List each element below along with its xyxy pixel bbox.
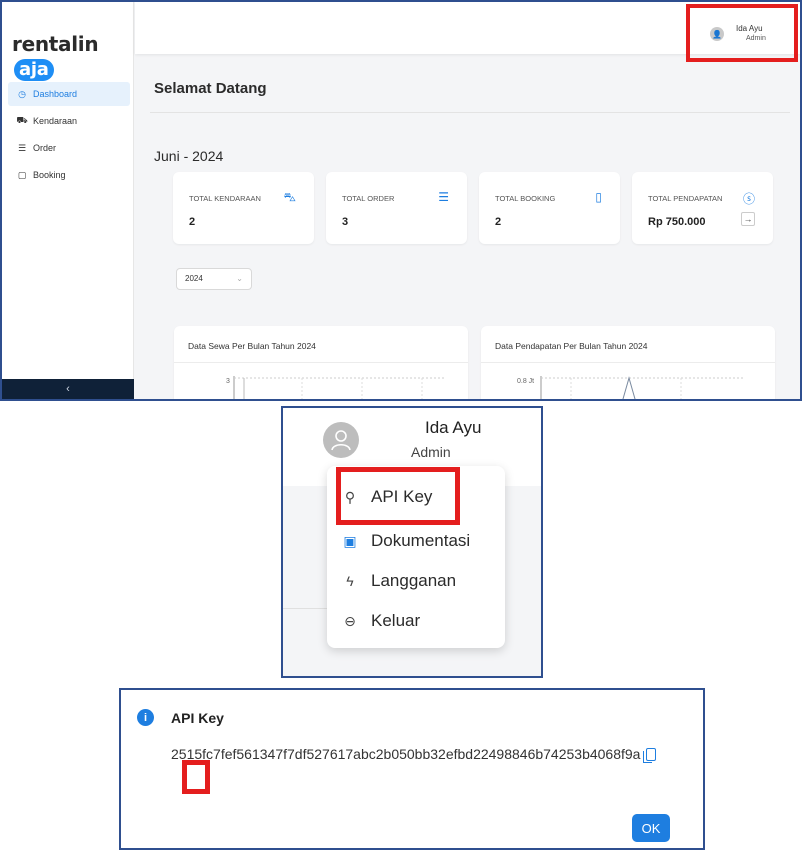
car-icon: ⛍ [283,190,296,204]
sidebar-item-label: Order [33,143,57,153]
avatar-icon[interactable] [323,422,359,458]
year-select[interactable]: 2024 ⌄ [176,268,252,290]
user-name: Ida Ayu [736,24,763,33]
stat-label: TOTAL BOOKING [495,194,556,203]
sidebar-item-kendaraan[interactable]: ⛟ Kendaraan [8,109,130,133]
year-select-value: 2024 [185,274,203,283]
vehicle-icon: ⛟ [16,115,28,125]
chart-title: Data Pendapatan Per Bulan Tahun 2024 [495,341,648,351]
copy-icon[interactable] [643,748,657,763]
user-role: Admin [411,444,451,460]
menu-item-keluar[interactable]: ⊖ Keluar [339,606,420,636]
menu-item-label: Keluar [371,611,421,630]
menu-item-langganan[interactable]: ϟ Langganan [339,566,456,596]
divider [283,608,333,609]
user-role: Admin [746,35,766,42]
period-label: Juni - 2024 [154,148,224,164]
arrow-right-icon[interactable]: → [741,212,755,226]
chart-pendapatan-plot: 0.8 Jt [517,376,743,399]
sidebar-item-dashboard[interactable]: ◷ Dashboard [8,82,130,106]
chevron-down-icon: ⌄ [236,274,243,283]
divider [150,112,790,113]
user-menu-trigger-highlighted[interactable]: 👤 Ida Ayu Admin [686,4,798,62]
y-tick-label: 3 [226,378,230,385]
y-tick-label: 0.8 Jt [517,378,534,385]
user-name: Ida Ayu [425,418,482,437]
info-icon: i [137,709,154,726]
api-key-highlight-box [336,467,460,525]
stat-label: TOTAL ORDER [342,194,395,203]
api-key-modal: i API Key 2515fc7fef561347f7df527617abc2… [119,688,705,850]
dollar-icon: ⓢ [742,192,755,206]
ok-button[interactable]: OK [632,814,670,842]
document-icon: ▣ [343,532,357,549]
user-dropdown-screenshot: Ida Ayu Admin ⚲ API Key ▣ Dokumentasi ϟ … [281,406,543,678]
list-icon: ☰ [438,190,449,204]
stat-label: TOTAL PENDAPATAN [648,194,723,203]
chart-sewa-plot: 3 [226,376,444,399]
sidebar-item-order[interactable]: ☰ Order [8,136,130,160]
api-key-value: 2515fc7fef561347f7df527617abc2b050bb32ef… [171,746,641,762]
stat-value: 2 [189,216,196,228]
chart-sewa: Data Sewa Per Bulan Tahun 2024 3 [174,326,468,399]
api-key-text: 2515fc7fef561347f7df527617abc2b050bb32ef… [171,744,681,765]
stat-card-booking: TOTAL BOOKING ▯ 2 [479,172,620,244]
stat-card-kendaraan: TOTAL KENDARAAN ⛍ 2 [173,172,314,244]
stat-card-pendapatan: TOTAL PENDAPATAN ⓢ Rp 750.000 → [632,172,773,244]
lightning-icon: ϟ [346,573,354,589]
bookmark-icon: ▢ [17,169,27,180]
bookmark-icon: ▯ [595,190,602,204]
dashboard-icon: ◷ [18,88,26,99]
sidebar: rentalin aja ◷ Dashboard ⛟ Kendaraan ☰ Or… [2,2,134,399]
avatar-icon: 👤 [710,27,724,41]
menu-item-dokumentasi[interactable]: ▣ Dokumentasi [339,526,470,556]
list-icon: ☰ [17,142,27,153]
chart-pendapatan: Data Pendapatan Per Bulan Tahun 2024 0.8… [481,326,775,399]
chart-title: Data Sewa Per Bulan Tahun 2024 [188,341,316,351]
brand-name-part2: aja [14,59,54,81]
copy-highlight-box [182,760,210,794]
chevron-left-icon: ‹ [66,383,70,395]
sidebar-item-label: Dashboard [33,89,78,99]
stat-card-order: TOTAL ORDER ☰ 3 [326,172,467,244]
dashboard-screenshot: rentalin aja ◷ Dashboard ⛟ Kendaraan ☰ Or… [0,0,802,401]
stat-value: Rp 750.000 [648,216,706,228]
menu-item-label: Langganan [371,571,457,590]
brand-logo[interactable]: rentalin aja [12,32,133,81]
page-title: Selamat Datang [154,80,267,97]
stat-label: TOTAL KENDARAAN [189,194,261,203]
sidebar-collapse-button[interactable]: ‹ [2,379,134,399]
logout-icon: ⊖ [344,612,356,629]
modal-title: API Key [171,710,224,726]
sidebar-item-booking[interactable]: ▢ Booking [8,163,130,187]
sidebar-nav: ◷ Dashboard ⛟ Kendaraan ☰ Order ▢ Bookin… [8,82,130,190]
menu-item-label: Dokumentasi [371,531,471,550]
sidebar-item-label: Kendaraan [33,116,78,126]
sidebar-item-label: Booking [33,170,66,180]
brand-name-part1: rentalin [12,32,99,56]
stat-value: 3 [342,216,349,228]
stat-value: 2 [495,216,502,228]
